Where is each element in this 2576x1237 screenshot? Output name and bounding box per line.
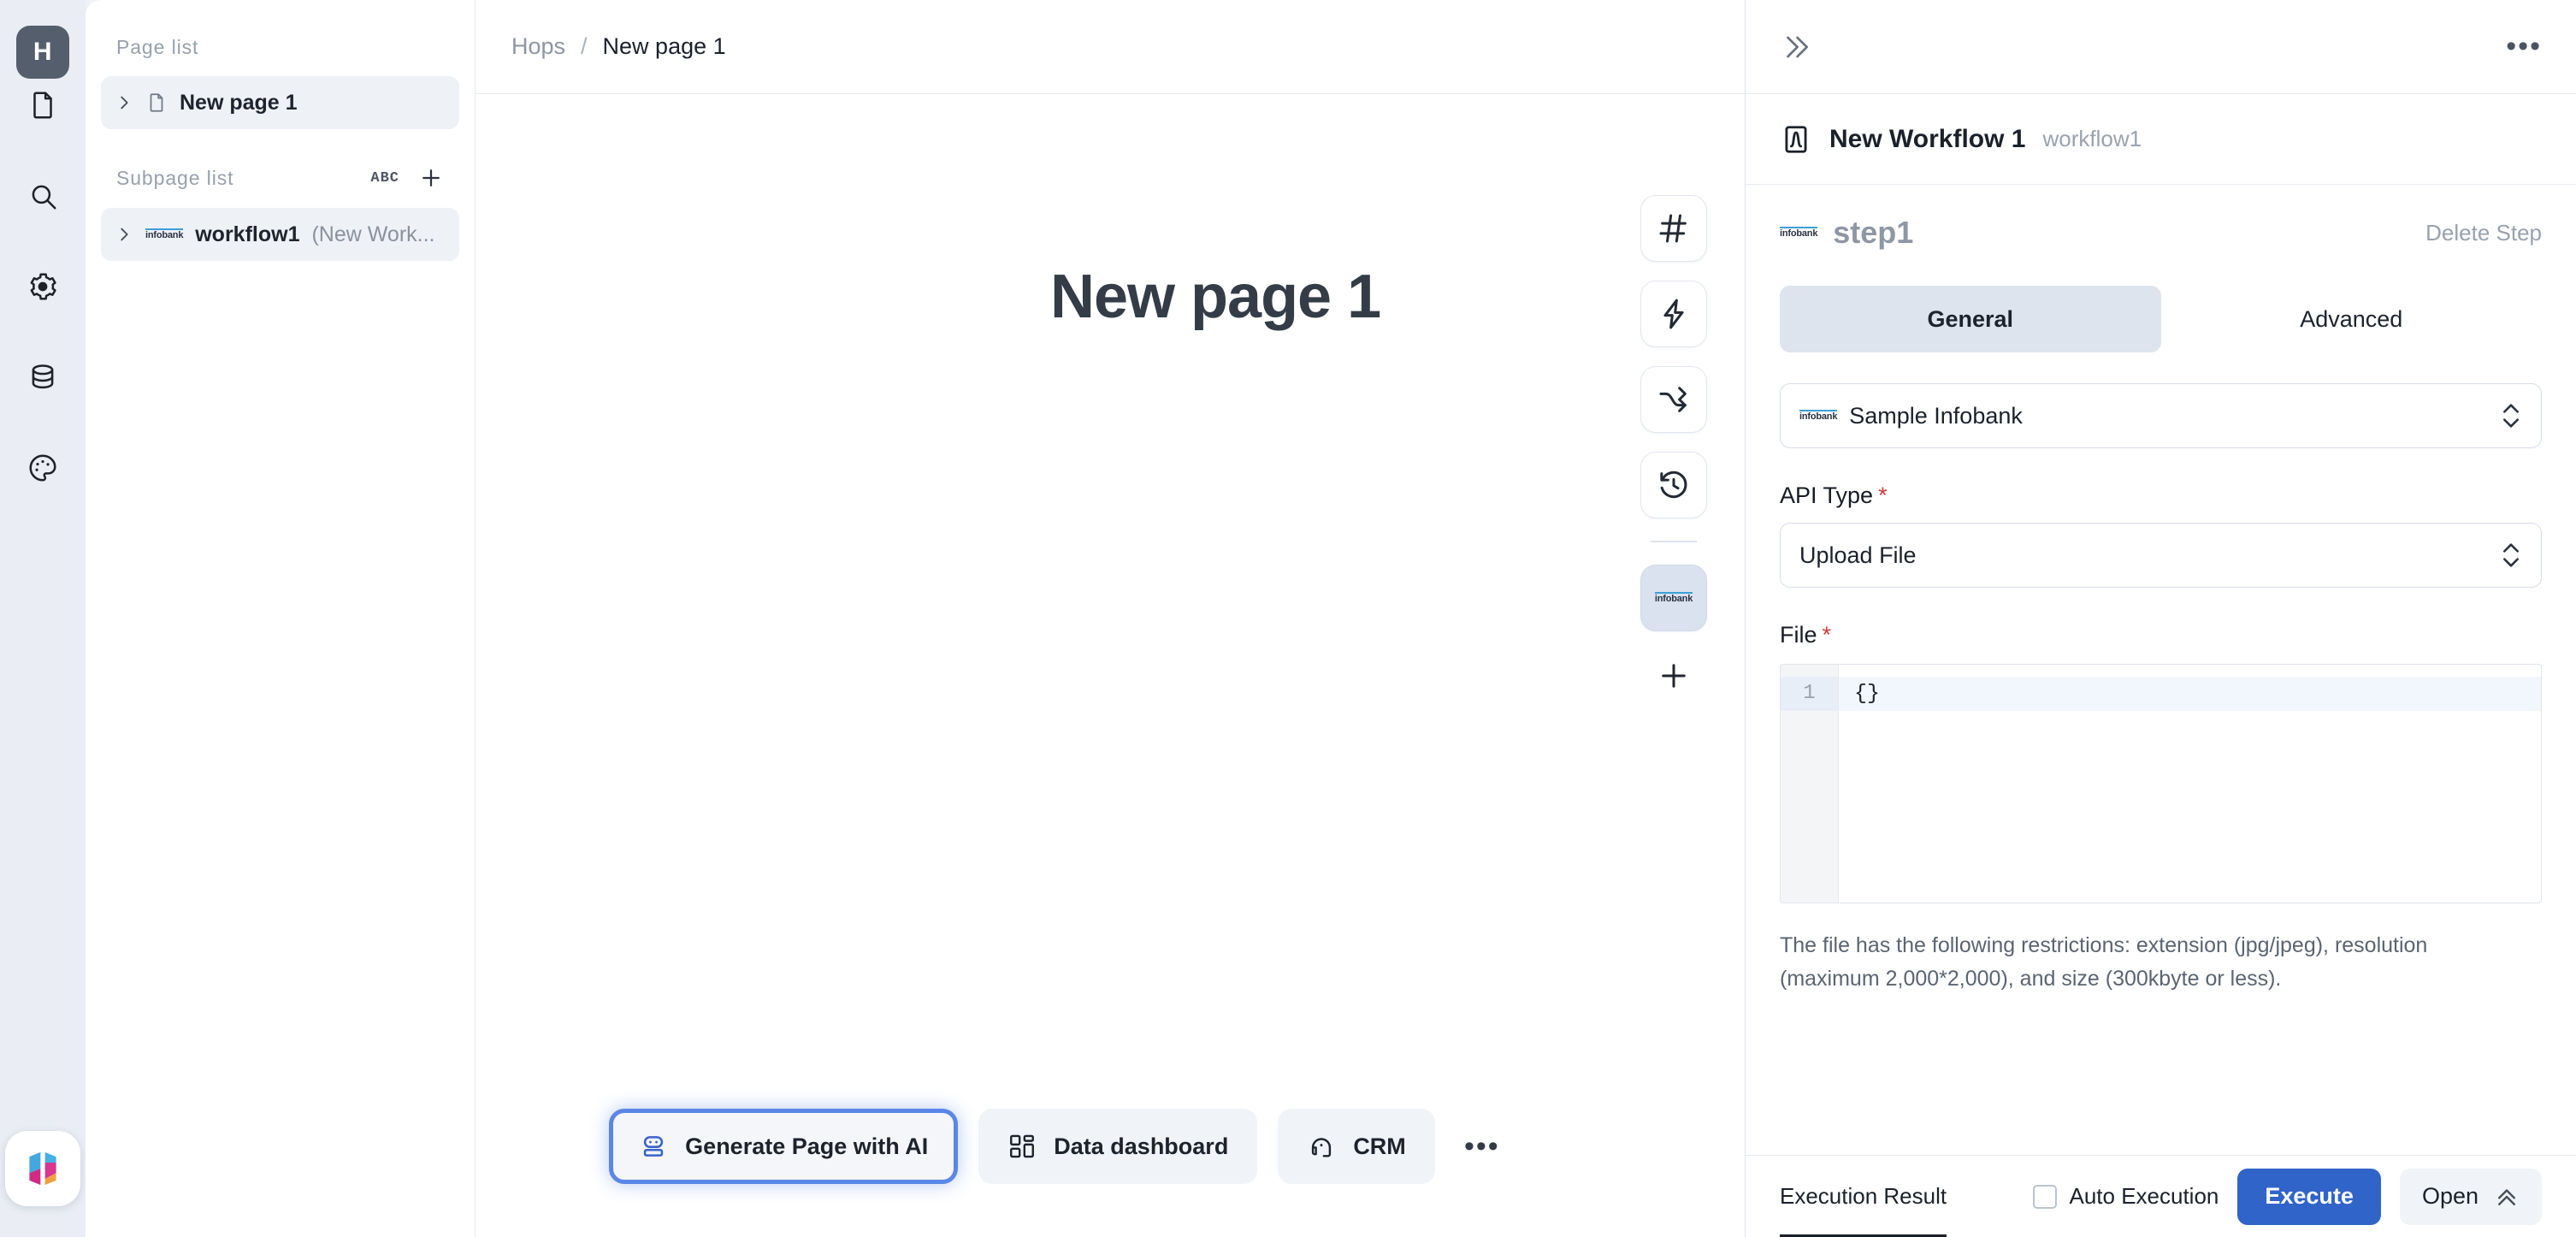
workflow-panel-header: ••• [1746, 0, 2576, 94]
execute-button[interactable]: Execute [2237, 1168, 2381, 1225]
canvas-area: Hops / New page 1 New page 1 infobank Ge… [475, 0, 1745, 1237]
api-type-select[interactable]: Upload File [1780, 523, 2542, 588]
tab-advanced[interactable]: Advanced [2161, 286, 2543, 352]
breadcrumb-separator: / [581, 33, 588, 59]
sort-alpha-icon[interactable]: ABC [370, 170, 399, 186]
canvas-action-bar: Generate Page with AI Data dashboard CRM… [476, 1109, 1745, 1184]
breadcrumb: Hops / New page 1 [476, 0, 1745, 94]
workflow-icon [1780, 123, 1812, 156]
panel-more-icon[interactable]: ••• [2506, 32, 2542, 60]
toolbar-divider [1651, 541, 1697, 542]
history-icon[interactable] [1640, 452, 1707, 518]
subpage-list-title: Subpage list [116, 166, 234, 189]
breadcrumb-root[interactable]: Hops [511, 33, 565, 60]
hash-icon[interactable] [1640, 195, 1707, 262]
database-icon[interactable] [16, 351, 69, 404]
palette-icon[interactable] [16, 441, 69, 494]
editor-code[interactable]: {} [1839, 665, 2541, 903]
file-code-editor[interactable]: 1 {} [1780, 664, 2542, 903]
delete-step-button[interactable]: Delete Step [2425, 220, 2542, 246]
workflow-title: New Workflow 1 [1829, 124, 2026, 153]
branch-icon[interactable] [1640, 366, 1707, 433]
add-block-icon[interactable] [1640, 650, 1707, 701]
breadcrumb-current: New page 1 [602, 33, 726, 59]
chevron-right-icon[interactable] [115, 225, 133, 244]
execution-controls: Auto Execution Execute Open [2033, 1168, 2542, 1225]
line-number: 1 [1781, 677, 1838, 711]
step-name[interactable]: step1 [1833, 215, 1913, 251]
app-root: H Page list New page 1 Subpage list ABC … [0, 0, 2576, 1237]
workflow-panel: ••• New Workflow 1 workflow1 infobank st… [1745, 0, 2576, 1237]
checkbox-box[interactable] [2033, 1184, 2058, 1209]
add-subpage-icon[interactable] [418, 165, 444, 191]
page-title: New page 1 [1050, 263, 1381, 331]
subpage-list-actions: ABC [370, 165, 444, 191]
infobank-badge-icon: infobank [1799, 410, 1838, 422]
required-marker: * [1878, 482, 1888, 508]
gear-icon[interactable] [16, 260, 69, 313]
subpage-item-suffix: (New Work... [311, 222, 435, 246]
infobank-badge-icon: infobank [145, 228, 184, 240]
canvas-toolbar: infobank [1640, 195, 1707, 701]
open-button-label: Open [2421, 1183, 2479, 1209]
subpage-list-header: Subpage list ABC [86, 165, 475, 191]
page-list-header: Page list [86, 0, 475, 59]
chevron-double-up-icon [2494, 1184, 2520, 1210]
generate-page-with-ai-button[interactable]: Generate Page with AI [609, 1109, 959, 1184]
dashboard-icon [1007, 1132, 1037, 1161]
crm-button[interactable]: CRM [1278, 1109, 1435, 1184]
infobank-select[interactable]: infobank Sample Infobank [1780, 383, 2542, 448]
execution-result-tab[interactable]: Execution Result [1780, 1156, 1947, 1237]
code-line: {} [1839, 677, 2541, 711]
execution-bar: Execution Result Auto Execution Execute … [1746, 1155, 2576, 1237]
editor-gutter: 1 [1781, 665, 1839, 903]
infobank-badge-icon: infobank [1780, 227, 1818, 239]
step-header-row: infobank step1 Delete Step [1780, 185, 2542, 281]
step-tabs: General Advanced [1780, 286, 2542, 352]
page-list-item-label: New page 1 [180, 90, 298, 115]
chevron-updown-icon[interactable] [2500, 538, 2522, 572]
robot-icon [639, 1132, 668, 1161]
open-button[interactable]: Open [2399, 1168, 2542, 1225]
file-label-text: File [1780, 622, 1817, 648]
workflow-title-row: New Workflow 1 workflow1 [1746, 94, 2576, 185]
lightning-icon[interactable] [1640, 281, 1707, 347]
document-icon [145, 92, 168, 114]
tab-general[interactable]: General [1780, 286, 2161, 352]
auto-execution-checkbox[interactable]: Auto Execution [2033, 1183, 2219, 1210]
workspace-avatar[interactable]: H [16, 26, 69, 79]
api-type-label: API Type * [1780, 482, 2542, 509]
hops-logo[interactable] [5, 1131, 80, 1206]
data-dashboard-button[interactable]: Data dashboard [978, 1109, 1258, 1184]
more-actions-icon[interactable]: ••• [1456, 1120, 1509, 1173]
file-restrictions-hint: The file has the following restrictions:… [1780, 933, 2428, 991]
api-type-label-text: API Type [1780, 482, 1874, 508]
page-list-panel: Page list New page 1 Subpage list ABC in… [86, 0, 475, 1237]
infobank-tool-icon[interactable]: infobank [1640, 565, 1707, 631]
data-dashboard-label: Data dashboard [1054, 1133, 1229, 1159]
infobank-select-value: Sample Infobank [1849, 402, 2023, 429]
icon-rail: H [0, 0, 86, 1237]
chevron-updown-icon[interactable] [2500, 399, 2522, 433]
generate-page-with-ai-label: Generate Page with AI [685, 1133, 929, 1159]
required-marker: * [1822, 622, 1832, 648]
collapse-panel-icon[interactable] [1780, 31, 1812, 63]
document-icon[interactable] [16, 79, 69, 132]
workflow-id: workflow1 [2042, 126, 2142, 151]
subpage-item-label: workflow1 [195, 222, 300, 246]
step-identity: infobank step1 [1780, 215, 1913, 251]
page-canvas: New page 1 infobank Generate Page with A… [476, 94, 1745, 1237]
api-type-value: Upload File [1799, 542, 1917, 568]
auto-execution-label: Auto Execution [2069, 1183, 2219, 1209]
workflow-panel-body: infobank step1 Delete Step General Advan… [1746, 185, 2576, 1155]
page-list-title: Page list [116, 36, 199, 58]
chevron-right-icon[interactable] [115, 93, 133, 112]
crm-label: CRM [1353, 1133, 1406, 1159]
file-label: File * [1780, 622, 2542, 648]
search-icon[interactable] [16, 169, 69, 222]
page-list-item[interactable]: New page 1 [101, 76, 459, 129]
infobank-badge-label: infobank [1654, 592, 1693, 604]
subpage-list-item[interactable]: infobank workflow1 (New Work... [101, 208, 459, 261]
crm-icon [1307, 1132, 1336, 1161]
